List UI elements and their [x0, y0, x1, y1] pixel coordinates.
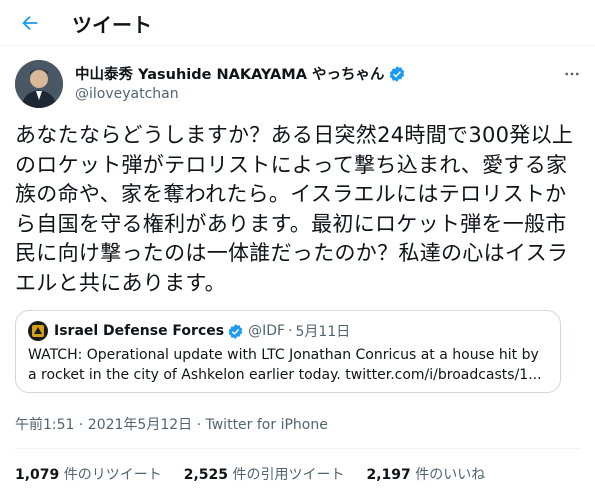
separator-dot: · [288, 323, 293, 339]
verified-badge-icon [390, 65, 405, 82]
avatar[interactable] [15, 60, 63, 108]
quotes-stat[interactable]: 2,525 件の引用ツイート [184, 464, 345, 484]
likes-count: 2,197 [366, 467, 411, 483]
likes-label: 件のいいね [410, 467, 486, 483]
quoted-tweet-date: 5月11日 [295, 324, 351, 340]
author-name-row[interactable]: 中山泰秀 Yasuhide NAKAYAMA やっちゃん [75, 63, 406, 84]
quotes-label: 件の引用ツイート [228, 467, 345, 483]
tweet-source[interactable]: Twitter for iPhone [206, 417, 328, 433]
idf-logo-icon [28, 321, 48, 341]
more-horizontal-icon [565, 72, 579, 76]
quoted-author-name: Israel Defense Forces [54, 323, 225, 339]
quoted-tweet-card[interactable]: Israel Defense Forces @IDF · 5月11日 WATCH… [15, 310, 561, 393]
author-display-name[interactable]: 中山泰秀 Yasuhide NAKAYAMA やっちゃん [75, 63, 384, 84]
back-button[interactable] [14, 7, 46, 39]
retweets-count: 1,079 [15, 467, 60, 483]
more-button[interactable] [560, 62, 584, 86]
quoted-author-handle: @IDF [248, 323, 286, 339]
verified-badge-icon [228, 323, 243, 339]
quotes-count: 2,525 [183, 467, 229, 483]
page-title: ツイート [72, 13, 152, 37]
tweet-timestamp[interactable]: 午前1:51 · 2021年5月12日 · [15, 417, 206, 433]
tweet-text: あなたならどうしますか？ある日突然24時間で300発以上のロケット弾がテロリスト… [15, 123, 574, 295]
retweets-stat[interactable]: 1,079 件のリツイート [15, 464, 162, 484]
retweets-label: 件のリツイート [59, 467, 162, 483]
top-bar: ツイート [0, 0, 595, 46]
avatar-photo [15, 60, 63, 108]
tweet-stats: 1,079 件のリツイート 2,525 件の引用ツイート 2,197 件のいいね [15, 464, 507, 484]
arrow-left-icon [22, 15, 38, 31]
author-handle[interactable]: @iloveyatchan [75, 86, 179, 102]
tweet-metadata: 午前1:51 · 2021年5月12日 · Twitter for iPhone [15, 414, 328, 434]
quoted-tweet-header: Israel Defense Forces @IDF · 5月11日 [28, 321, 350, 341]
likes-stat[interactable]: 2,197 件のいいね [367, 464, 486, 484]
quoted-tweet-text: WATCH: Operational update with LTC Jonat… [28, 347, 542, 383]
divider [15, 448, 580, 449]
